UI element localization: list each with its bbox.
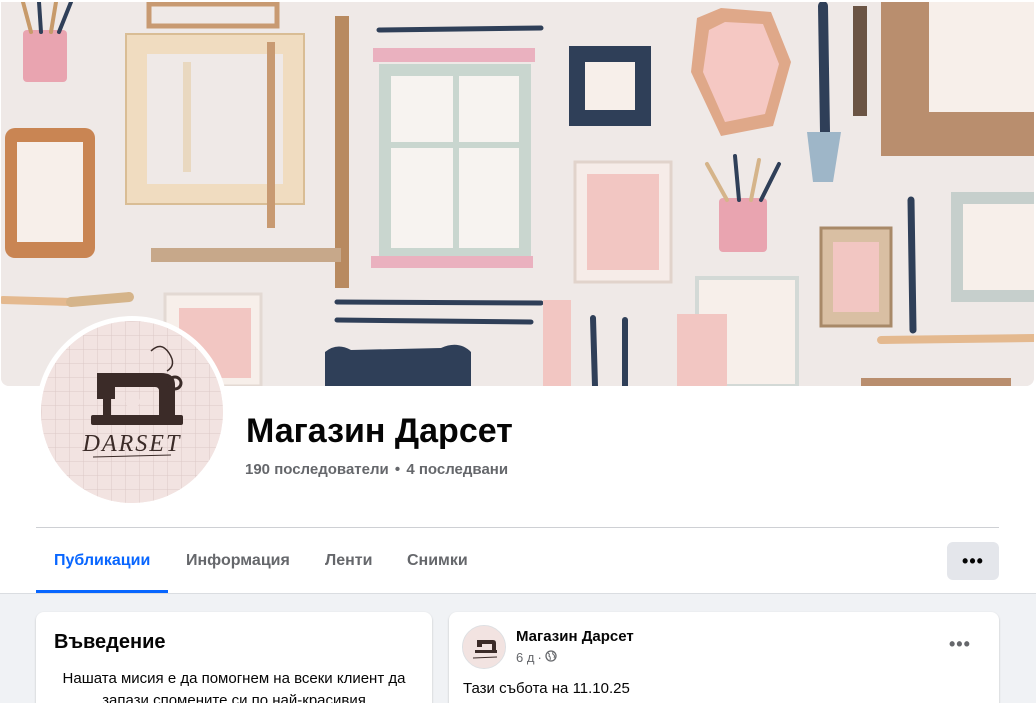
avatar-logo: DARSET — [41, 321, 223, 503]
avatar-logo-text: DARSET — [82, 431, 182, 457]
page-title: Магазин Дарсет — [246, 412, 513, 450]
more-options-button[interactable]: ••• — [947, 542, 999, 580]
tab-about[interactable]: Информация — [186, 552, 290, 570]
page-stats: 190 последователи • 4 последвани — [245, 461, 508, 478]
intro-text: Нашата мисия е да помогнем на всеки клие… — [62, 670, 406, 703]
globe-icon — [545, 650, 557, 665]
tab-photos[interactable]: Снимки — [407, 552, 468, 570]
profile-header: DARSET Магазин Дарсет 190 последователи … — [0, 0, 1036, 594]
intro-title: Въведение — [54, 631, 166, 653]
post-author-name[interactable]: Магазин Дарсет — [516, 628, 634, 645]
post-meta: 6 д · — [516, 650, 557, 665]
avatar-logo-small — [463, 626, 505, 668]
post-timestamp[interactable]: 6 д — [516, 650, 534, 665]
following-link[interactable]: 4 последвани — [406, 461, 508, 478]
post-text: Тази събота на 11.10.25 — [463, 680, 630, 697]
tab-posts[interactable]: Публикации — [54, 552, 150, 570]
more-horizontal-icon: ••• — [962, 551, 984, 571]
post-meta-separator: · — [537, 650, 542, 665]
post-author-avatar[interactable] — [462, 625, 506, 669]
post-card: Магазин Дарсет 6 д · ••• Тази събота на … — [449, 612, 999, 703]
followers-link[interactable]: 190 последователи — [245, 461, 389, 478]
post-more-options-button[interactable]: ••• — [949, 634, 971, 655]
tab-reels[interactable]: Ленти — [325, 552, 372, 570]
stats-separator: • — [394, 461, 401, 478]
page-avatar[interactable]: DARSET — [41, 321, 223, 503]
active-tab-indicator — [36, 590, 168, 593]
intro-card: Въведение Нашата мисия е да помогнем на … — [36, 612, 432, 703]
header-divider — [36, 527, 999, 528]
